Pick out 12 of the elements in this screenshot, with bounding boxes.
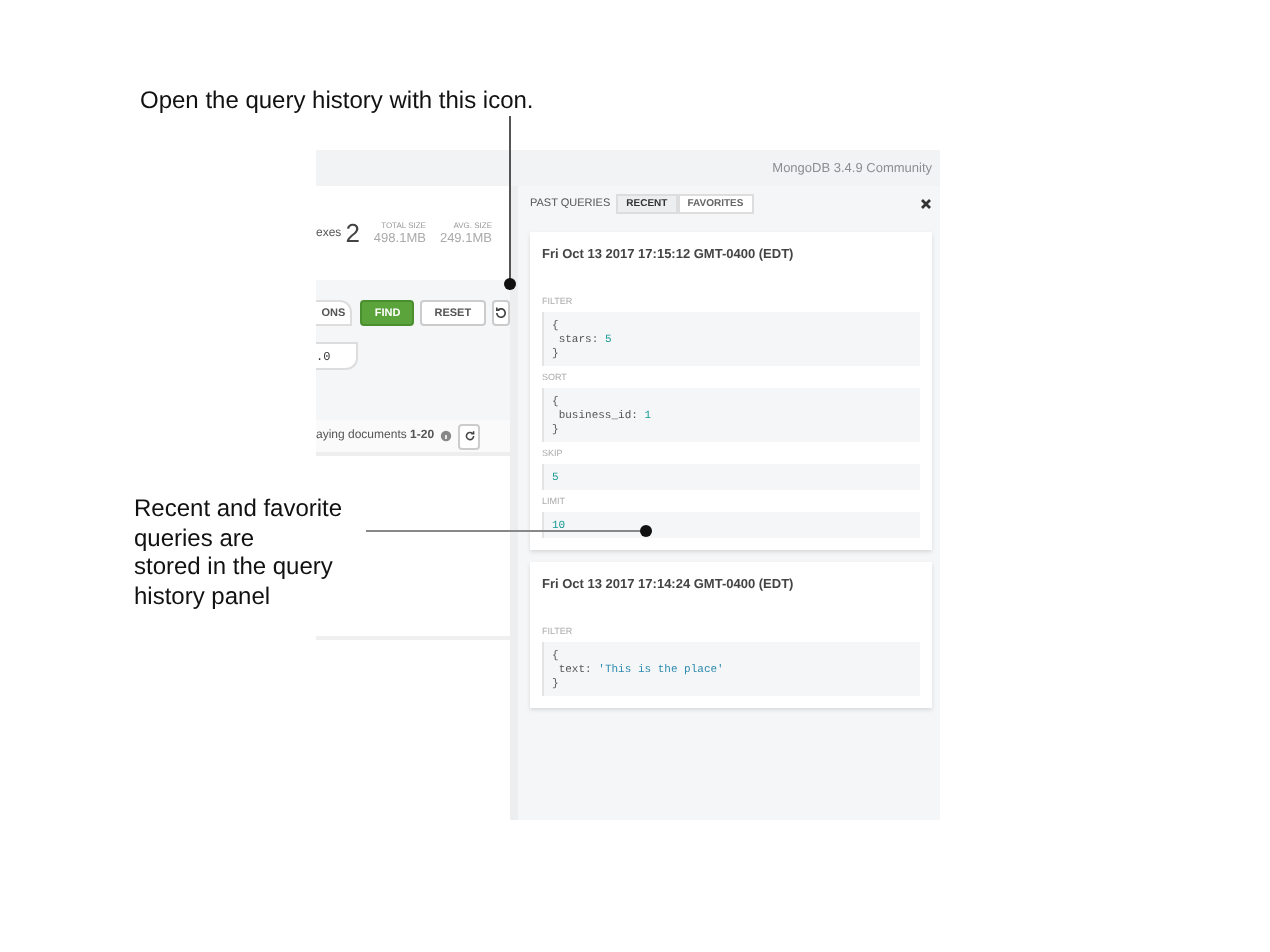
refresh-button[interactable] xyxy=(458,423,481,449)
annotation-text: history panel xyxy=(134,581,273,610)
info-icon xyxy=(440,430,453,442)
annotation-text: Open the query history with this icon. xyxy=(140,86,534,115)
indexes-count: 2 xyxy=(345,218,360,248)
close-icon[interactable] xyxy=(920,197,932,209)
history-icon xyxy=(493,306,508,320)
annotation-text: Recent and favorite xyxy=(134,494,343,523)
annotation-text: stored in the query xyxy=(134,552,335,581)
refresh-icon xyxy=(463,430,476,442)
history-button[interactable] xyxy=(491,300,510,326)
annotation-text: queries are xyxy=(134,523,257,552)
